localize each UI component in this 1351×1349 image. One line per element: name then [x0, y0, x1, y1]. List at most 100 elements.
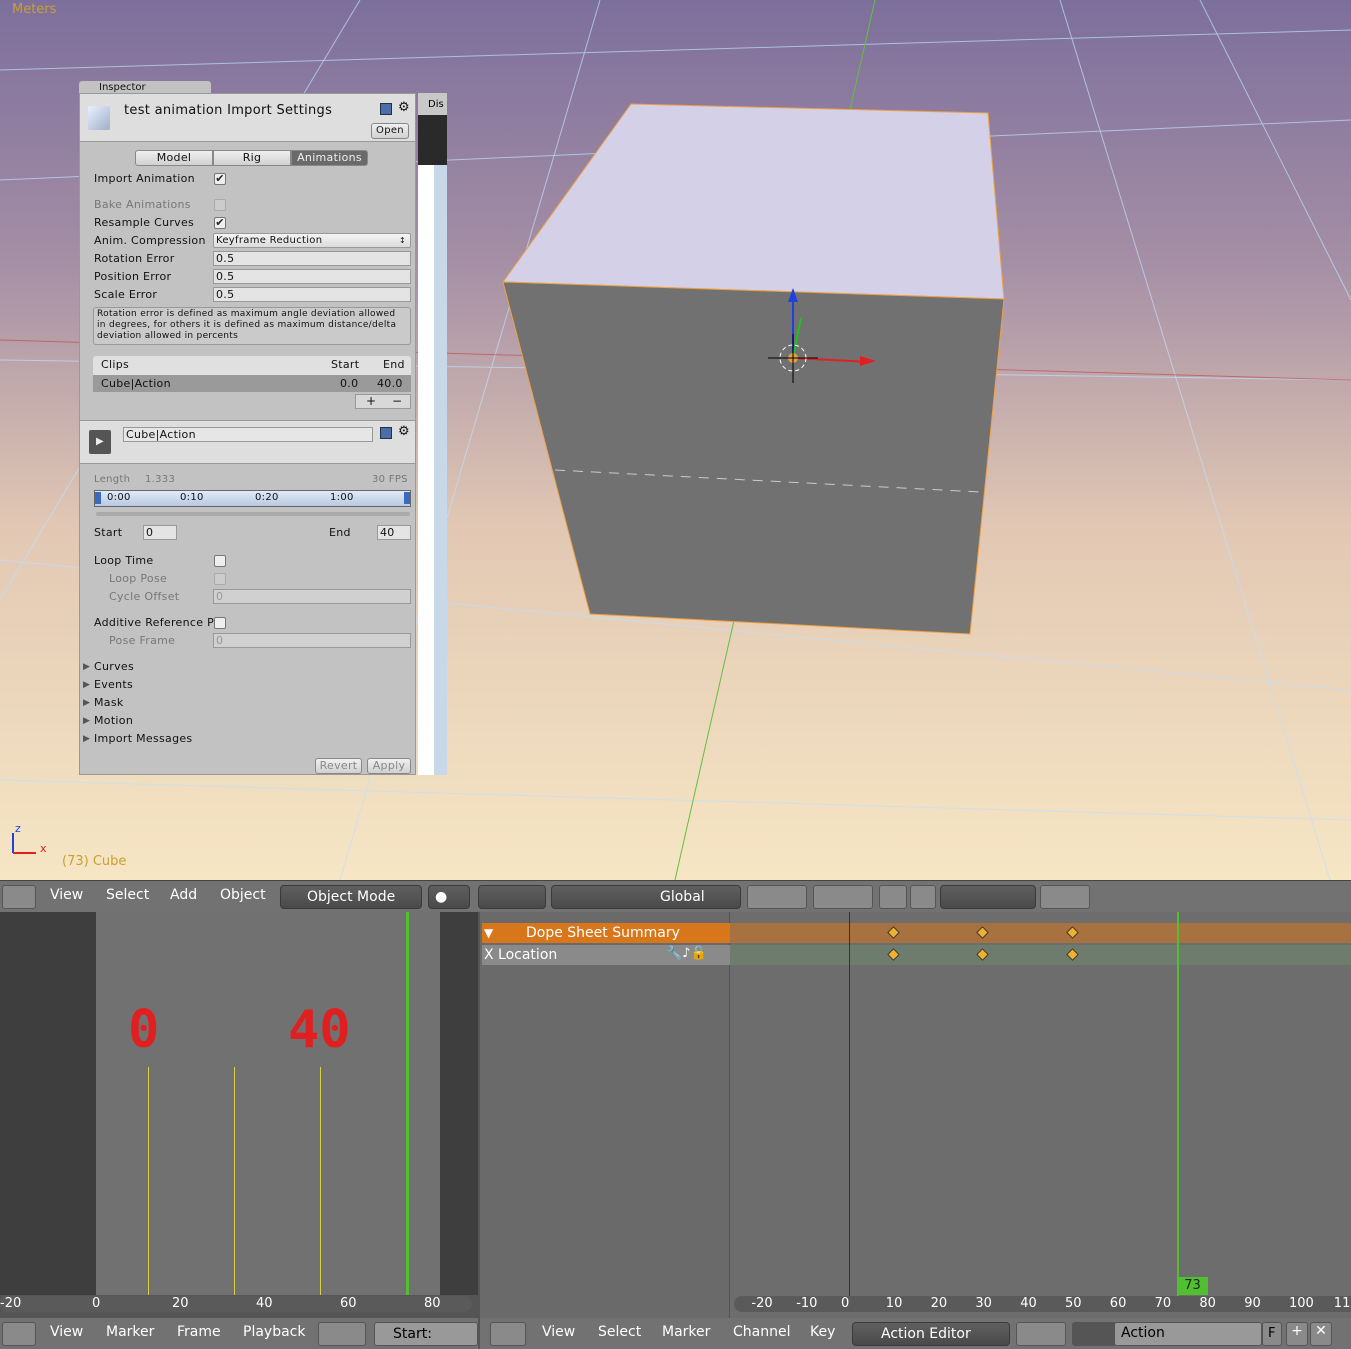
clips-header-label: Clips	[101, 358, 130, 371]
channel-dope-sheet-summary[interactable]: Dope Sheet Summary	[482, 923, 730, 943]
dope-sheet-editor[interactable]: Dope Sheet Summary ▼ X Location 🔧♪🔓 73 -…	[480, 912, 1351, 1318]
remove-clip-button[interactable]: −	[392, 395, 402, 407]
bake-animations-label: Bake Animations	[94, 198, 191, 211]
pivot-dropdown[interactable]	[478, 885, 546, 909]
preview-white	[418, 165, 434, 775]
import-animation-checkbox[interactable]: ✔	[214, 173, 226, 185]
menu-channel[interactable]: Channel	[733, 1324, 790, 1340]
expand-arrow-icon: ▶	[83, 716, 91, 726]
snap-controls[interactable]	[940, 885, 1036, 909]
mode-dropdown[interactable]: Action Editor	[852, 1322, 1010, 1346]
help-icon[interactable]	[380, 103, 392, 115]
menu-key[interactable]: Key	[810, 1324, 835, 1340]
render-icons[interactable]	[1040, 885, 1090, 909]
layers-grid-1[interactable]	[747, 885, 807, 909]
resample-curves-checkbox[interactable]: ✔	[214, 217, 226, 229]
menu-view[interactable]: View	[50, 887, 83, 903]
start-input[interactable]: 0	[143, 525, 177, 540]
position-error-input[interactable]: 0.5	[213, 269, 411, 284]
anim-compression-value: Keyframe Reduction	[216, 235, 323, 246]
action-browse-icon[interactable]	[1072, 1322, 1116, 1346]
ruler-tick: 30	[975, 1296, 992, 1311]
bake-animations-checkbox[interactable]	[214, 199, 226, 211]
additive-reference-checkbox[interactable]	[214, 617, 226, 629]
end-marker-handle[interactable]	[404, 492, 410, 504]
rotation-error-label: Rotation Error	[94, 252, 175, 265]
menu-frame[interactable]: Frame	[177, 1324, 221, 1340]
fps-label: 30 FPS	[372, 474, 408, 485]
gear-icon[interactable]: ⚙	[398, 100, 410, 115]
new-action-icon[interactable]: +	[1286, 1322, 1308, 1346]
editor-type-icon[interactable]	[2, 885, 36, 909]
unlink-action-icon[interactable]: ✕	[1310, 1322, 1332, 1346]
cycle-offset-label: Cycle Offset	[109, 590, 180, 603]
menu-playback[interactable]: Playback	[243, 1324, 305, 1340]
dopesheet-ruler[interactable]: -20 -10 0 10 20 30 40 50 60 70 80 90 100 110	[734, 1296, 1351, 1312]
editor-type-icon[interactable]	[2, 1322, 36, 1346]
cycle-offset-input[interactable]: 0	[213, 589, 411, 604]
record-lock-icons[interactable]	[318, 1322, 366, 1346]
timeline-editor[interactable]: 0 40	[0, 912, 478, 1295]
menu-view[interactable]: View	[50, 1324, 83, 1340]
mode-dropdown[interactable]: Object Mode	[280, 885, 422, 909]
foldout-import-messages[interactable]: Import Messages	[94, 731, 192, 747]
timeline-ruler[interactable]: -20 0 20 40 60 80	[0, 1296, 472, 1312]
length-label: Length	[94, 474, 131, 485]
loop-pose-label: Loop Pose	[109, 572, 168, 585]
start-marker-handle[interactable]	[95, 492, 101, 504]
shading-dropdown[interactable]: ●	[428, 885, 470, 909]
tab-model[interactable]: Model	[135, 150, 213, 166]
open-button[interactable]: Open	[371, 123, 409, 139]
menu-marker[interactable]: Marker	[106, 1324, 154, 1340]
editor-type-icon[interactable]	[490, 1322, 526, 1346]
menu-marker[interactable]: Marker	[662, 1324, 710, 1340]
collapse-arrow-icon[interactable]: ▼	[484, 926, 493, 940]
cube-front-face	[502, 281, 1005, 635]
orientation-dropdown[interactable]: Global	[551, 885, 741, 909]
menu-view[interactable]: View	[542, 1324, 575, 1340]
clip-name-input[interactable]: Cube|Action	[123, 427, 373, 442]
tab-animations[interactable]: Animations	[291, 150, 368, 166]
clip-timeline[interactable]: 0:00 0:10 0:20 1:00	[94, 490, 411, 507]
fake-user-button[interactable]: F	[1262, 1322, 1282, 1346]
rotation-error-input[interactable]: 0.5	[213, 251, 411, 266]
menu-add[interactable]: Add	[170, 887, 197, 903]
active-object-label: (73) Cube	[62, 854, 127, 869]
timeline-scrollbar[interactable]	[96, 512, 410, 516]
foldout-mask[interactable]: Mask	[94, 695, 124, 711]
out-of-range-right	[440, 912, 478, 1295]
revert-button[interactable]: Revert	[315, 758, 362, 774]
proportional-edit-icon[interactable]	[910, 885, 936, 909]
clip-row[interactable]: Cube|Action 0.0 40.0	[93, 375, 411, 392]
side-tab[interactable]: Dis	[418, 93, 447, 115]
anim-compression-dropdown[interactable]: Keyframe Reduction ↕	[213, 233, 411, 248]
ruler-tick: 90	[1244, 1296, 1261, 1311]
tab-rig[interactable]: Rig	[213, 150, 291, 166]
ruler-tick: 20	[172, 1296, 189, 1311]
menu-object[interactable]: Object	[220, 887, 266, 903]
action-name-field[interactable]: Action	[1114, 1322, 1262, 1346]
play-preview-icon[interactable]: ▶	[89, 430, 111, 454]
foldout-motion[interactable]: Motion	[94, 713, 133, 729]
menu-select[interactable]: Select	[106, 887, 149, 903]
playhead[interactable]	[406, 912, 409, 1295]
ruler-tick: 40	[256, 1296, 273, 1311]
start-frame-field[interactable]: Start:	[374, 1322, 478, 1346]
lock-camera-icon[interactable]	[879, 885, 907, 909]
scale-error-input[interactable]: 0.5	[213, 287, 411, 302]
up-down-buttons[interactable]	[1016, 1322, 1066, 1346]
layers-grid-2[interactable]	[813, 885, 873, 909]
help-icon[interactable]	[380, 427, 392, 439]
loop-pose-checkbox[interactable]	[214, 573, 226, 585]
menu-select[interactable]: Select	[598, 1324, 641, 1340]
end-input[interactable]: 40	[377, 525, 411, 540]
pose-frame-input[interactable]: 0	[213, 633, 411, 648]
foldout-curves[interactable]: Curves	[94, 659, 134, 675]
modifier-mute-lock-icons[interactable]: 🔧♪🔓	[666, 946, 707, 961]
foldout-events[interactable]: Events	[94, 677, 133, 693]
playhead[interactable]	[1177, 912, 1179, 1296]
gear-icon[interactable]: ⚙	[398, 424, 410, 439]
loop-time-checkbox[interactable]	[214, 555, 226, 567]
apply-button[interactable]: Apply	[367, 758, 411, 774]
add-clip-button[interactable]: +	[366, 395, 376, 407]
